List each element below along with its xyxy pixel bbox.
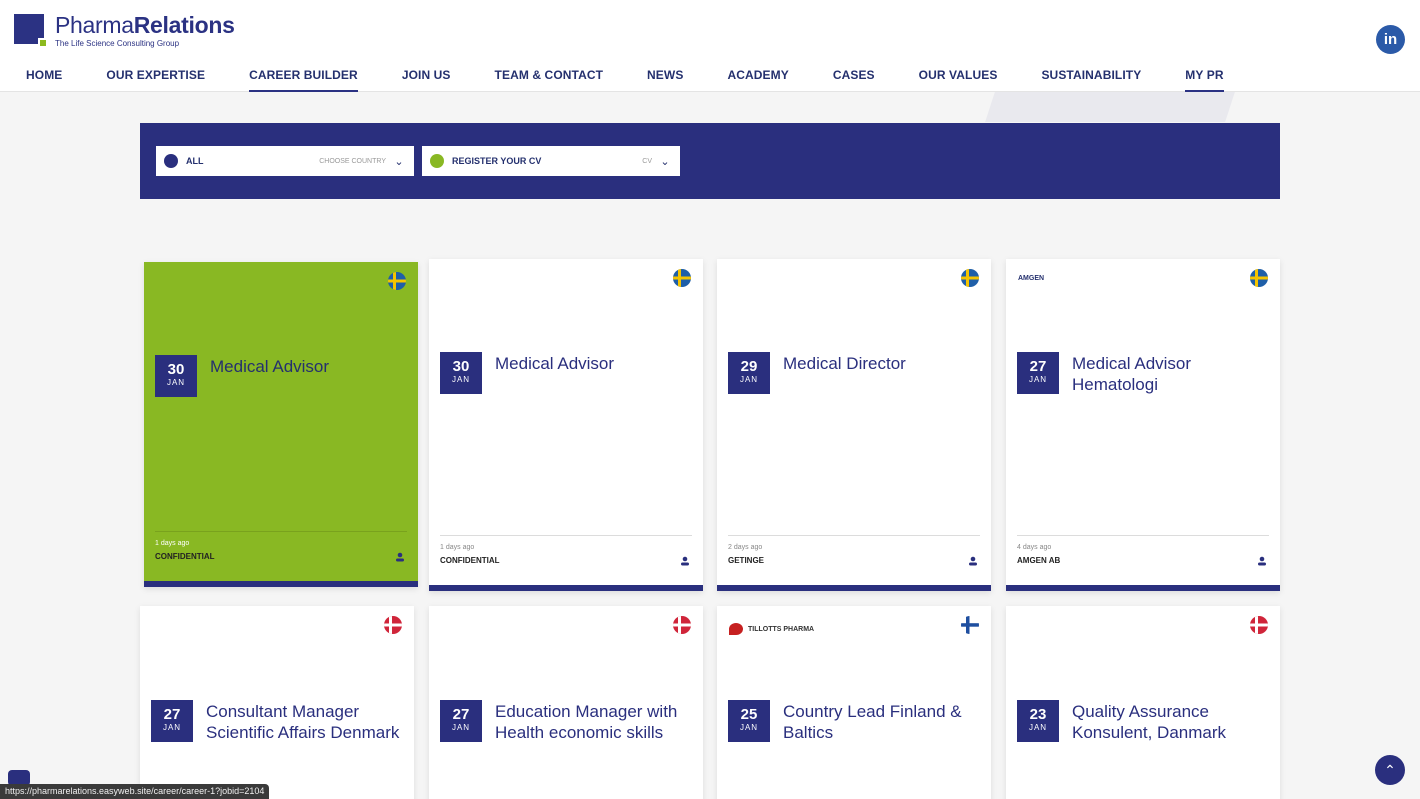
nav-home[interactable]: HOME: [26, 68, 62, 92]
job-card[interactable]: 23 JAN Quality Assurance Konsulent, Danma…: [1006, 606, 1280, 799]
job-title: Education Manager with Health economic s…: [495, 702, 678, 742]
site-header: PharmaRelations The Life Science Consult…: [0, 0, 1420, 92]
nav-join-us[interactable]: JOIN US: [402, 68, 451, 92]
scroll-to-top-button[interactable]: ⌃: [1375, 755, 1405, 785]
cv-select-value: REGISTER YOUR CV: [452, 156, 542, 166]
country-dot-icon: [164, 154, 178, 168]
job-company: AMGEN AB: [1017, 556, 1061, 565]
sweden-flag-icon: [673, 269, 691, 287]
job-posted-ago: 1 days ago: [440, 544, 475, 551]
logo-tagline: The Life Science Consulting Group: [55, 39, 180, 48]
user-icon: [396, 552, 404, 562]
job-posted-ago: 1 days ago: [155, 540, 190, 547]
cv-dot-icon: [430, 154, 444, 168]
browser-status-url: https://pharmarelations.easyweb.site/car…: [0, 784, 270, 799]
nav-academy[interactable]: ACADEMY: [727, 68, 788, 92]
nav-news[interactable]: NEWS: [647, 68, 683, 92]
nav-team-contact[interactable]: TEAM & CONTACT: [495, 68, 604, 92]
job-card[interactable]: 29 JAN Medical Director 2 days ago GETING…: [717, 259, 991, 591]
sweden-flag-icon: [1250, 269, 1268, 287]
job-posted-ago: 2 days ago: [728, 544, 763, 551]
job-card[interactable]: 27 JAN Education Manager with Health econ…: [429, 606, 703, 799]
denmark-flag-icon: [384, 616, 402, 634]
job-card[interactable]: TILLOTTS PHARMA 25 JAN Country Lead Finla…: [717, 606, 991, 799]
country-select-placeholder: CHOOSE COUNTRY: [319, 157, 386, 165]
nav-my-pr[interactable]: MY PR: [1185, 68, 1224, 92]
job-card[interactable]: AMGEN 27 JAN Medical Advisor Hematologi 4…: [1006, 259, 1280, 591]
cv-select[interactable]: REGISTER YOUR CV CV ⌄: [422, 146, 680, 176]
job-date: 29 JAN: [728, 352, 770, 394]
chevron-down-icon: ⌄: [660, 155, 670, 168]
user-icon: [681, 556, 689, 566]
job-card[interactable]: 27 JAN Consultant Manager Scientific Affa…: [140, 606, 414, 799]
job-footer: 1 days ago CONFIDENTIAL: [440, 535, 692, 571]
job-title: Medical Advisor Hematologi: [1072, 354, 1192, 394]
nav-sustainability[interactable]: SUSTAINABILITY: [1041, 68, 1141, 92]
sweden-flag-icon: [388, 272, 406, 290]
chevron-up-icon: ⌃: [1384, 762, 1396, 778]
tillotts-mark-icon: [729, 623, 743, 635]
job-date: 27 JAN: [1017, 352, 1059, 394]
country-select-value: ALL: [186, 156, 204, 166]
finland-flag-icon: [961, 616, 979, 634]
job-company: GETINGE: [728, 556, 765, 565]
nav-our-expertise[interactable]: OUR EXPERTISE: [106, 68, 205, 92]
nav-cases[interactable]: CASES: [833, 68, 875, 92]
logo-wordmark: PharmaRelations: [55, 12, 235, 38]
pharmarelations-logo[interactable]: PharmaRelations The Life Science Consult…: [14, 12, 254, 50]
linkedin-icon[interactable]: in: [1376, 25, 1405, 54]
tillotts-pharma-logo: TILLOTTS PHARMA: [729, 623, 814, 635]
job-title: Medical Director: [783, 354, 906, 373]
nav-our-values[interactable]: OUR VALUES: [919, 68, 998, 92]
job-date: 27 JAN: [151, 700, 193, 742]
job-card[interactable]: 30 JAN Medical Advisor 1 days ago CONFIDE…: [144, 262, 418, 587]
background-decoration: [1055, 92, 1235, 122]
nav-career-builder[interactable]: CAREER BUILDER: [249, 68, 358, 92]
sweden-flag-icon: [961, 269, 979, 287]
chevron-down-icon: ⌄: [394, 155, 404, 168]
amgen-logo: AMGEN: [1018, 275, 1045, 282]
user-icon: [969, 556, 977, 566]
job-date: 27 JAN: [440, 700, 482, 742]
job-date: 30 JAN: [440, 352, 482, 394]
job-date: 25 JAN: [728, 700, 770, 742]
denmark-flag-icon: [673, 616, 691, 634]
job-title: Quality Assurance Konsulent, Danmark: [1072, 702, 1227, 742]
job-title: Medical Advisor: [495, 354, 615, 373]
denmark-flag-icon: [1250, 616, 1268, 634]
country-select[interactable]: ALL CHOOSE COUNTRY ⌄: [156, 146, 414, 176]
job-company: CONFIDENTIAL: [440, 556, 500, 565]
cv-select-placeholder: CV: [642, 157, 652, 165]
job-date: 23 JAN: [1017, 700, 1059, 742]
job-card[interactable]: 30 JAN Medical Advisor 1 days ago CONFIDE…: [429, 259, 703, 591]
job-company: CONFIDENTIAL: [155, 552, 215, 561]
job-title: Country Lead Finland & Baltics: [783, 702, 962, 742]
job-date: 30 JAN: [155, 355, 197, 397]
job-footer: 1 days ago CONFIDENTIAL: [155, 531, 407, 567]
job-footer: 2 days ago GETINGE: [728, 535, 980, 571]
user-icon: [1258, 556, 1266, 566]
logo-mark-icon: [14, 14, 48, 48]
job-footer: 4 days ago AMGEN AB: [1017, 535, 1269, 571]
job-title: Consultant Manager Scientific Affairs De…: [206, 702, 400, 742]
job-filter-bar: ALL CHOOSE COUNTRY ⌄ REGISTER YOUR CV CV…: [140, 123, 1280, 199]
job-posted-ago: 4 days ago: [1017, 544, 1052, 551]
job-title: Medical Advisor: [210, 357, 330, 376]
main-nav: HOME OUR EXPERTISE CAREER BUILDER JOIN U…: [26, 68, 1268, 92]
